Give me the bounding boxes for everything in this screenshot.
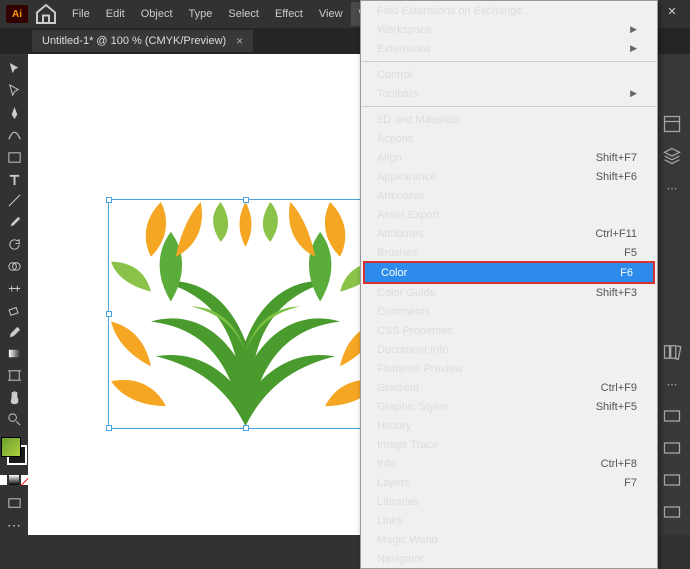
- panel-icon[interactable]: [662, 406, 682, 426]
- color-mode-icon[interactable]: [0, 475, 7, 485]
- selection-bounds[interactable]: [108, 199, 383, 429]
- right-panel-dock: ⋯ ⋯: [654, 54, 690, 535]
- rectangle-tool-icon[interactable]: [2, 147, 26, 167]
- document-title: Untitled-1* @ 100 % (CMYK/Preview): [42, 35, 226, 47]
- menu-item-links[interactable]: Links: [361, 511, 657, 530]
- type-tool-icon[interactable]: [2, 169, 26, 189]
- menu-view[interactable]: View: [311, 2, 351, 26]
- menu-item-appearance[interactable]: AppearanceShift+F6: [361, 167, 657, 186]
- zoom-tool-icon[interactable]: [2, 410, 26, 430]
- menu-item-extensions[interactable]: Extensions▶: [361, 39, 657, 58]
- menu-item-3d-and-materials[interactable]: 3D and Materials: [361, 110, 657, 129]
- color-mode-icons[interactable]: [0, 475, 31, 485]
- menu-item-align[interactable]: AlignShift+F7: [361, 148, 657, 167]
- rotate-tool-icon[interactable]: [2, 235, 26, 255]
- direct-selection-tool-icon[interactable]: [2, 82, 26, 102]
- line-tool-icon[interactable]: [2, 191, 26, 211]
- paintbrush-tool-icon[interactable]: [2, 213, 26, 233]
- menu-item-info[interactable]: InfoCtrl+F8: [361, 454, 657, 473]
- menu-file[interactable]: File: [64, 2, 98, 26]
- more-panel-icon[interactable]: ⋯: [662, 374, 682, 394]
- menu-effect[interactable]: Effect: [267, 2, 311, 26]
- menu-item-color[interactable]: ColorF6: [363, 261, 655, 284]
- home-icon[interactable]: [34, 2, 58, 26]
- app-logo: Ai: [6, 5, 28, 23]
- menu-item-brushes[interactable]: BrushesF5: [361, 243, 657, 262]
- menu-item-find-extensions-on-exchange-[interactable]: Find Extensions on Exchange...: [361, 1, 657, 20]
- menu-item-graphic-styles[interactable]: Graphic StylesShift+F5: [361, 397, 657, 416]
- panel-icon[interactable]: [662, 502, 682, 522]
- menu-item-layers[interactable]: LayersF7: [361, 473, 657, 492]
- menu-type[interactable]: Type: [181, 2, 221, 26]
- properties-panel-icon[interactable]: [662, 114, 682, 134]
- menu-item-asset-export[interactable]: Asset Export: [361, 205, 657, 224]
- resize-handle[interactable]: [243, 197, 249, 203]
- menu-item-css-properties[interactable]: CSS Properties: [361, 321, 657, 340]
- resize-handle[interactable]: [243, 425, 249, 431]
- pen-tool-icon[interactable]: [2, 104, 26, 124]
- resize-handle[interactable]: [106, 197, 112, 203]
- menu-item-libraries[interactable]: Libraries: [361, 492, 657, 511]
- panel-icon[interactable]: [662, 470, 682, 490]
- resize-handle[interactable]: [106, 425, 112, 431]
- menu-item-flattener-preview[interactable]: Flattener Preview: [361, 359, 657, 378]
- more-panel-icon[interactable]: ⋯: [662, 178, 682, 198]
- artwork-content: [111, 202, 380, 426]
- width-tool-icon[interactable]: [2, 278, 26, 298]
- resize-handle[interactable]: [106, 311, 112, 317]
- menu-select[interactable]: Select: [220, 2, 267, 26]
- panel-icon[interactable]: [662, 438, 682, 458]
- artboard-tool-icon[interactable]: [2, 366, 26, 386]
- menu-item-workspace[interactable]: Workspace▶: [361, 20, 657, 39]
- menu-item-actions[interactable]: Actions: [361, 129, 657, 148]
- edit-toolbar-icon[interactable]: ⋯: [2, 515, 26, 535]
- hand-tool-icon[interactable]: [2, 388, 26, 408]
- eraser-tool-icon[interactable]: [2, 300, 26, 320]
- menu-item-color-guide[interactable]: Color GuideShift+F3: [361, 283, 657, 302]
- fill-stroke-swatches[interactable]: [1, 437, 27, 465]
- menu-item-control[interactable]: Control: [361, 65, 657, 84]
- menu-item-magic-wand[interactable]: Magic Wand: [361, 530, 657, 549]
- screen-mode-icon[interactable]: [2, 493, 26, 513]
- window-menu-dropdown: Find Extensions on Exchange...Workspace▶…: [360, 0, 658, 569]
- menu-item-gradient[interactable]: GradientCtrl+F9: [361, 378, 657, 397]
- shape-builder-tool-icon[interactable]: [2, 257, 26, 277]
- gradient-mode-icon[interactable]: [9, 475, 19, 485]
- close-button[interactable]: ✕: [654, 0, 690, 22]
- menu-item-image-trace[interactable]: Image Trace: [361, 435, 657, 454]
- gradient-tool-icon[interactable]: [2, 344, 26, 364]
- tools-panel: ⋯: [0, 54, 28, 535]
- menu-edit[interactable]: Edit: [98, 2, 133, 26]
- libraries-panel-icon[interactable]: [662, 342, 682, 362]
- menu-bar: FileEditObjectTypeSelectEffectViewWindow: [64, 2, 406, 26]
- menu-item-history[interactable]: History: [361, 416, 657, 435]
- fill-swatch[interactable]: [1, 437, 21, 457]
- menu-item-document-info[interactable]: Document Info: [361, 340, 657, 359]
- menu-item-artboards[interactable]: Artboards: [361, 186, 657, 205]
- selection-tool-icon[interactable]: [2, 60, 26, 80]
- document-tab[interactable]: Untitled-1* @ 100 % (CMYK/Preview) ×: [32, 30, 253, 52]
- menu-item-navigator[interactable]: Navigator: [361, 549, 657, 568]
- layers-panel-icon[interactable]: [662, 146, 682, 166]
- menu-item-toolbars[interactable]: Toolbars▶: [361, 84, 657, 103]
- close-tab-icon[interactable]: ×: [236, 34, 243, 48]
- menu-item-attributes[interactable]: AttributesCtrl+F11: [361, 224, 657, 243]
- eyedropper-tool-icon[interactable]: [2, 322, 26, 342]
- menu-object[interactable]: Object: [133, 2, 181, 26]
- curvature-tool-icon[interactable]: [2, 126, 26, 146]
- menu-item-comments: Comments: [361, 302, 657, 321]
